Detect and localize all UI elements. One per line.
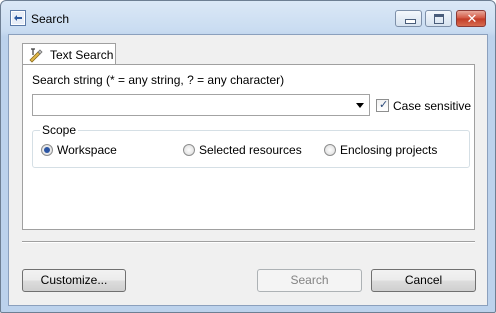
- window-title: Search: [31, 12, 70, 26]
- case-sensitive-checkbox[interactable]: ✓: [376, 99, 389, 112]
- separator: [22, 241, 475, 243]
- chevron-down-icon[interactable]: [353, 97, 367, 113]
- dialog-body: Text Search Search string (* = any strin…: [8, 34, 488, 306]
- enclosing-projects-radio[interactable]: [324, 144, 336, 156]
- close-button[interactable]: ✕: [456, 10, 486, 27]
- selected-resources-radio[interactable]: [183, 144, 195, 156]
- workspace-radio[interactable]: [41, 144, 53, 156]
- minimize-button[interactable]: [395, 10, 422, 27]
- enclosing-projects-label[interactable]: Enclosing projects: [340, 143, 437, 157]
- search-button[interactable]: Search: [257, 269, 362, 292]
- cancel-button[interactable]: Cancel: [371, 269, 476, 292]
- scope-title: Scope: [40, 123, 79, 137]
- tab-label: Text Search: [50, 48, 114, 62]
- scope-group: Scope Workspace Selected resources Enclo…: [32, 123, 470, 168]
- search-string-input[interactable]: [35, 97, 349, 113]
- title-bar[interactable]: Search ✕: [1, 1, 495, 35]
- search-string-label: Search string (* = any string, ? = any c…: [32, 73, 285, 87]
- workspace-label[interactable]: Workspace: [57, 143, 117, 157]
- close-icon: ✕: [466, 11, 478, 26]
- customize-button[interactable]: Customize...: [22, 269, 126, 292]
- eclipse-app-icon: [10, 10, 26, 26]
- search-string-combo[interactable]: [32, 94, 370, 116]
- tab-text-search[interactable]: Text Search: [22, 43, 116, 65]
- minimize-icon: [405, 19, 416, 24]
- selected-resources-label[interactable]: Selected resources: [199, 143, 302, 157]
- maximize-icon: [434, 14, 444, 24]
- checkmark-icon: ✓: [379, 99, 389, 111]
- maximize-button[interactable]: [425, 10, 452, 27]
- search-dialog: Search ✕ Text Search Search string (* = …: [0, 0, 496, 313]
- text-search-panel: Search string (* = any string, ? = any c…: [22, 64, 475, 230]
- case-sensitive-option[interactable]: ✓ Case sensitive: [376, 98, 476, 114]
- case-sensitive-label[interactable]: Case sensitive: [393, 99, 471, 113]
